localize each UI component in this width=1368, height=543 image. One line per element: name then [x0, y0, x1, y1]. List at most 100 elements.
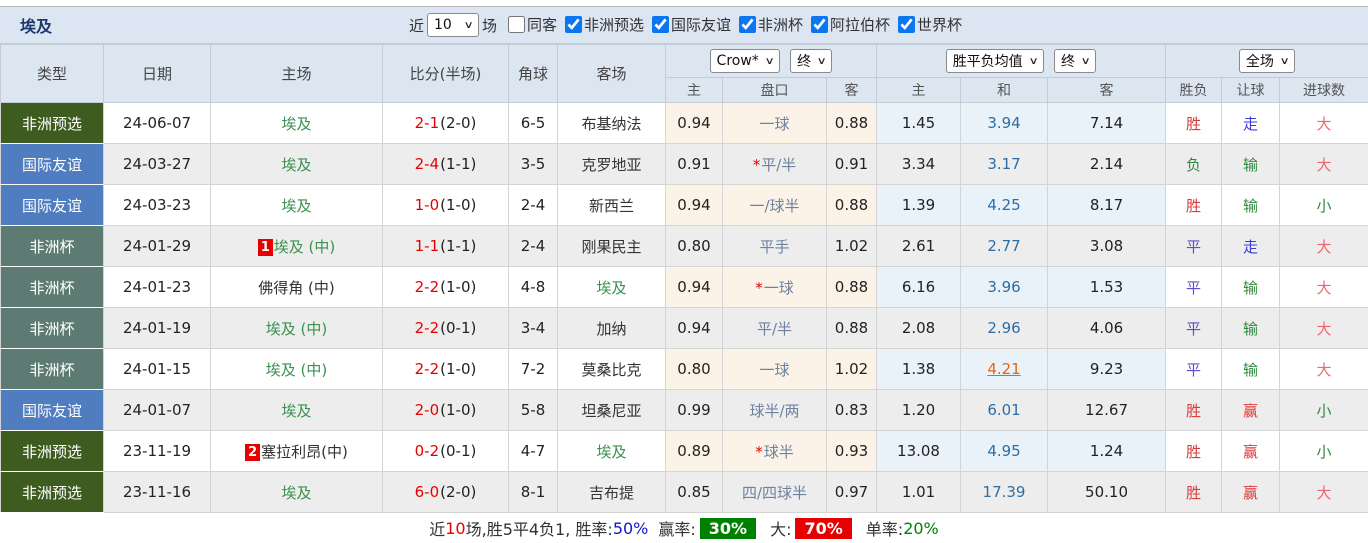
avg-odds-draw: 3.17 [961, 144, 1048, 185]
home-team-name: 埃及 (中) [266, 361, 327, 379]
col-header-date: 日期 [104, 45, 211, 103]
odds-time-select[interactable]: 终 ∨ [790, 49, 832, 73]
filter-checkbox[interactable] [811, 16, 828, 33]
avg-odds-draw: 17.39 [961, 472, 1048, 513]
games-label: 场 [482, 15, 497, 36]
match-type-badge: 国际友谊 [1, 390, 104, 431]
result-cell: 胜 [1166, 185, 1222, 226]
filter-checkbox[interactable] [739, 16, 756, 33]
odds-company-select[interactable]: Crow* ∨ [710, 49, 781, 73]
avg-odds-select[interactable]: 胜平负均值 ∨ [946, 49, 1044, 73]
home-team-cell: 埃及 [211, 185, 383, 226]
recent-count-select[interactable]: 10 ∨ [427, 13, 479, 37]
fulltime-score: 2-2 [415, 319, 440, 337]
footer-big-pct-badge: 70% [795, 518, 851, 539]
away-team-cell: 埃及 [558, 431, 666, 472]
filter-checkbox[interactable] [898, 16, 915, 33]
chevron-down-icon: ∨ [1028, 56, 1038, 67]
avg-odds-draw: 2.77 [961, 226, 1048, 267]
away-team-cell: 加纳 [558, 308, 666, 349]
halftime-score: (2-0) [440, 114, 476, 132]
match-date: 24-01-07 [104, 390, 211, 431]
corners-cell: 3-4 [509, 308, 558, 349]
subcol-goals: 进球数 [1280, 78, 1368, 103]
handicap-line: 一/球半 [723, 185, 827, 226]
avg-odds-away: 8.17 [1048, 185, 1166, 226]
fulltime-score: 2-4 [415, 155, 440, 173]
filter-checkbox-item: 世界杯 [890, 14, 962, 35]
result-cell: 胜 [1166, 103, 1222, 144]
table-row: 非洲预选 24-06-07 埃及 2-1(2-0) 6-5 布基纳法 0.94 … [1, 103, 1368, 144]
avg-odds-draw: 2.96 [961, 308, 1048, 349]
handicap-odds-home: 0.89 [666, 431, 723, 472]
fulltime-score: 1-0 [415, 196, 440, 214]
avg-odds-draw: 3.94 [961, 103, 1048, 144]
chevron-down-icon: ∨ [1081, 56, 1091, 67]
handicap-line: 球半/两 [723, 390, 827, 431]
away-team-name: 克罗地亚 [581, 156, 641, 174]
home-team-name: 埃及 [281, 156, 311, 174]
table-row: 非洲预选 23-11-16 埃及 6-0(2-0) 8-1 吉布提 0.85 四… [1, 472, 1368, 513]
subcol-odds-home: 主 [666, 78, 723, 103]
handicap-odds-away: 0.88 [827, 267, 877, 308]
away-team-cell: 莫桑比克 [558, 349, 666, 390]
away-team-name: 埃及 [596, 443, 626, 461]
col-header-corners: 角球 [509, 45, 558, 103]
handicap-line: 平手 [723, 226, 827, 267]
home-team-cell: 2塞拉利昂(中) [211, 431, 383, 472]
home-team-cell: 埃及 (中) [211, 349, 383, 390]
match-type-badge: 国际友谊 [1, 185, 104, 226]
goals-result-cell: 小 [1280, 390, 1368, 431]
handicap-odds-home: 0.91 [666, 144, 723, 185]
scope-select[interactable]: 全场 ∨ [1239, 49, 1295, 73]
footer-prefix: 近 [429, 516, 445, 540]
goals-result-cell: 大 [1280, 472, 1368, 513]
avg-odds-draw: 4.95 [961, 431, 1048, 472]
match-type-badge: 国际友谊 [1, 144, 104, 185]
goals-result-cell: 大 [1280, 144, 1368, 185]
halftime-score: (1-1) [440, 155, 476, 173]
table-row: 非洲杯 24-01-23 佛得角 (中) 2-2(1-0) 4-8 埃及 0.9… [1, 267, 1368, 308]
filter-checkbox-item: 阿拉伯杯 [803, 14, 890, 35]
fulltime-score: 2-2 [415, 278, 440, 296]
subcol-result: 胜负 [1166, 78, 1222, 103]
asterisk-mark: * [755, 443, 763, 461]
result-cell: 平 [1166, 349, 1222, 390]
footer-single-pct: 20% [903, 519, 939, 538]
handicap-result-cell: 赢 [1222, 390, 1280, 431]
handicap-odds-home: 0.94 [666, 185, 723, 226]
corners-cell: 6-5 [509, 103, 558, 144]
handicap-odds-away: 0.88 [827, 308, 877, 349]
score-cell: 0-2(0-1) [383, 431, 509, 472]
handicap-odds-home: 0.80 [666, 226, 723, 267]
handicap-line: *一球 [723, 267, 827, 308]
filter-checkbox-label: 世界杯 [917, 14, 962, 35]
asterisk-mark: * [753, 156, 761, 174]
match-date: 24-01-19 [104, 308, 211, 349]
handicap-result-cell: 输 [1222, 144, 1280, 185]
handicap-odds-home: 0.80 [666, 349, 723, 390]
table-row: 非洲预选 23-11-19 2塞拉利昂(中) 0-2(0-1) 4-7 埃及 0… [1, 431, 1368, 472]
avg-odds-home: 1.01 [877, 472, 961, 513]
avg-odds-away: 3.08 [1048, 226, 1166, 267]
home-team-name: 埃及 [281, 402, 311, 420]
halftime-score: (1-1) [440, 237, 476, 255]
corners-cell: 7-2 [509, 349, 558, 390]
halftime-score: (1-0) [440, 278, 476, 296]
table-row: 国际友谊 24-03-23 埃及 1-0(1-0) 2-4 新西兰 0.94 一… [1, 185, 1368, 226]
score-cell: 2-2(0-1) [383, 308, 509, 349]
away-team-name: 刚果民主 [581, 238, 641, 256]
handicap-result-cell: 输 [1222, 349, 1280, 390]
avg-odds-home: 6.16 [877, 267, 961, 308]
footer-big-label: 大: [770, 516, 791, 540]
filter-checkbox[interactable] [565, 16, 582, 33]
handicap-odds-away: 1.02 [827, 226, 877, 267]
home-team-name: 埃及 (中) [274, 238, 335, 256]
avg-odds-home: 2.61 [877, 226, 961, 267]
match-date: 24-03-27 [104, 144, 211, 185]
filter-checkbox[interactable] [508, 16, 525, 33]
chevron-down-icon: ∨ [764, 56, 774, 67]
avg-time-select[interactable]: 终 ∨ [1054, 49, 1096, 73]
filter-checkbox[interactable] [652, 16, 669, 33]
away-team-name: 新西兰 [589, 197, 634, 215]
